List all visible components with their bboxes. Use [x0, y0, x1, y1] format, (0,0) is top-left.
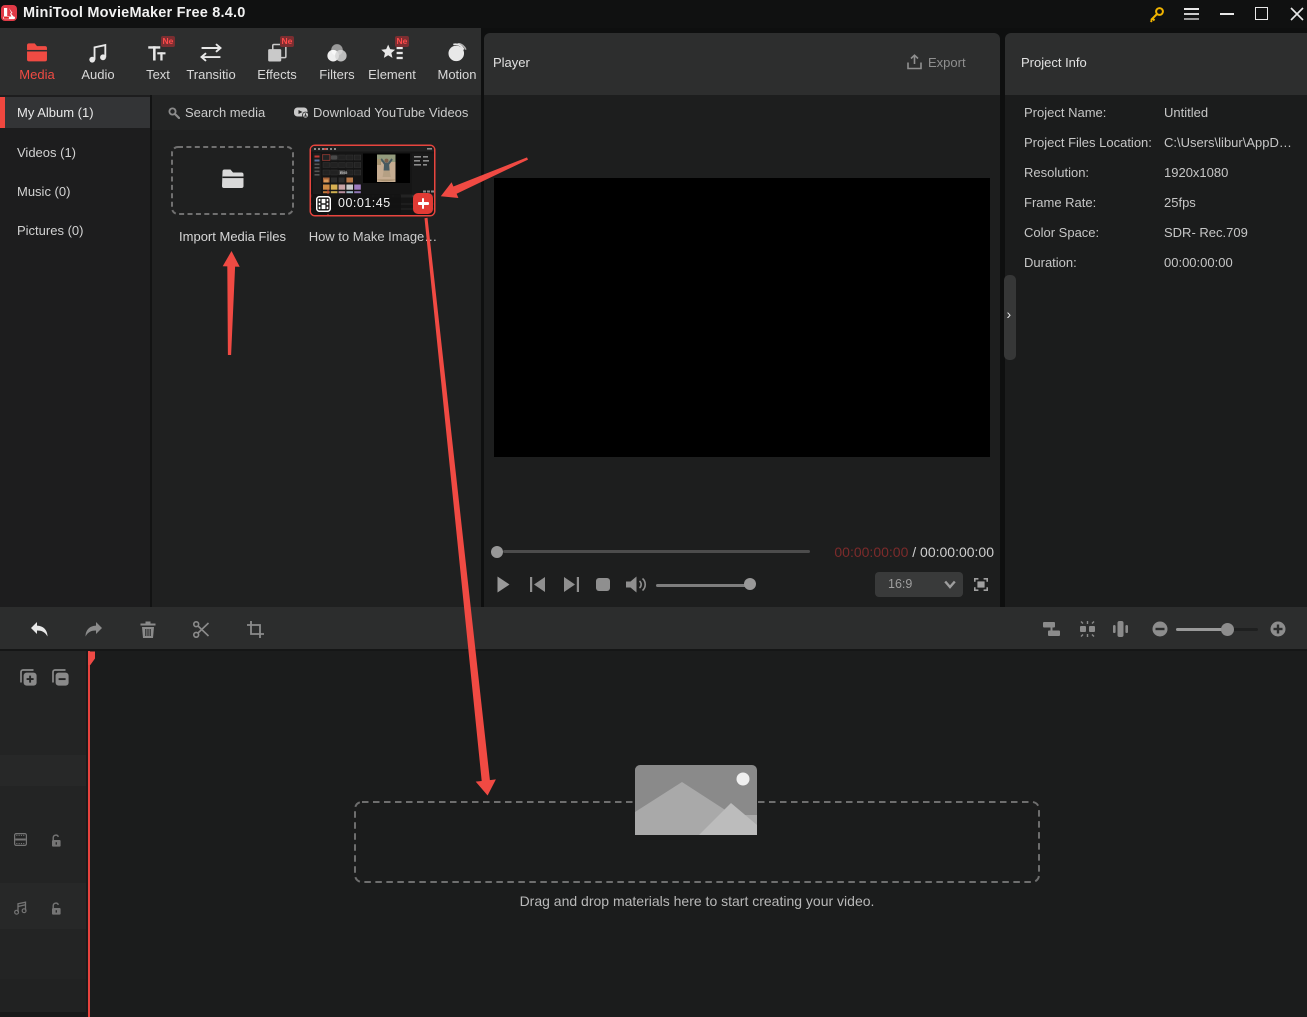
svg-text:ENG: ENG — [340, 171, 348, 175]
